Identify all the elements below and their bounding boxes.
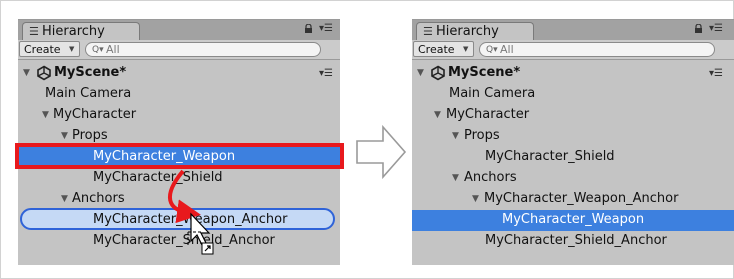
hierarchy-row[interactable]: MyCharacter_Shield xyxy=(18,168,340,189)
hierarchy-row-selected[interactable]: MyCharacter_Weapon xyxy=(412,210,734,231)
dropdown-arrow-icon: ▼ xyxy=(463,45,469,53)
expand-arrow-icon[interactable]: ▼ xyxy=(417,66,424,80)
unity-scene-icon xyxy=(431,65,445,81)
row-label: MyCharacter_Shield xyxy=(93,170,223,185)
hierarchy-row-drop-target[interactable]: MyCharacter_Weapon_Anchor xyxy=(18,210,340,231)
tab-bar: ☰ Hierarchy ▾☰ xyxy=(18,20,340,40)
hierarchy-row[interactable]: ▼ MyCharacter xyxy=(412,105,734,126)
expand-arrow-icon[interactable]: ▼ xyxy=(452,129,459,143)
expand-arrow-icon[interactable]: ▼ xyxy=(434,108,441,122)
row-label: Main Camera xyxy=(449,86,536,101)
create-button[interactable]: Create ▼ xyxy=(19,41,80,57)
search-icon: Q▾ xyxy=(486,45,498,55)
tab-label: Hierarchy xyxy=(436,24,499,39)
expand-arrow-icon[interactable]: ▼ xyxy=(472,192,479,206)
panel-menu-icon[interactable]: ▾☰ xyxy=(319,23,333,34)
hierarchy-panel-after: ☰ Hierarchy ▾☰ Create ▼ Q▾ ▼ MyScene* ▾☰… xyxy=(412,19,734,265)
hierarchy-panel-before: ☰ Hierarchy ▾☰ Create ▼ Q▾ ▼ MyScene* ▾☰… xyxy=(18,19,340,265)
row-label: MyCharacter_Weapon xyxy=(502,212,645,227)
tab-label: Hierarchy xyxy=(42,24,105,39)
row-label: MyCharacter_Weapon_Anchor xyxy=(93,212,288,227)
hierarchy-row[interactable]: MyCharacter_Shield_Anchor xyxy=(18,231,340,252)
tab-bar: ☰ Hierarchy ▾☰ xyxy=(412,20,734,40)
hierarchy-row[interactable]: MyCharacter_Shield_Anchor xyxy=(412,231,734,252)
expand-arrow-icon[interactable]: ▼ xyxy=(42,108,49,122)
create-button[interactable]: Create ▼ xyxy=(413,41,474,57)
scene-name: MyScene* xyxy=(54,65,127,80)
row-label: Props xyxy=(464,128,500,143)
hierarchy-toolbar: Create ▼ Q▾ xyxy=(18,40,340,60)
scene-row[interactable]: ▼ MyScene* ▾☰ xyxy=(18,63,340,84)
lock-icon[interactable] xyxy=(304,24,313,33)
row-label: Main Camera xyxy=(45,86,132,101)
tab-hierarchy[interactable]: ☰ Hierarchy xyxy=(22,22,140,40)
hierarchy-row[interactable]: MyCharacter_Shield xyxy=(412,147,734,168)
create-button-label: Create xyxy=(418,43,455,56)
panel-menu-icon[interactable]: ▾☰ xyxy=(709,23,723,34)
expand-arrow-icon[interactable]: ▼ xyxy=(61,192,68,206)
row-label: MyCharacter xyxy=(446,107,530,122)
hierarchy-list-icon: ☰ xyxy=(423,25,433,38)
scene-menu-icon[interactable]: ▾☰ xyxy=(709,68,723,79)
row-label: MyCharacter_Shield_Anchor xyxy=(93,233,275,248)
row-label: Anchors xyxy=(72,191,125,206)
search-icon: Q▾ xyxy=(92,45,104,55)
drag-source-highlight xyxy=(15,143,344,169)
hierarchy-row[interactable]: ▼ Anchors xyxy=(412,168,734,189)
scene-menu-icon[interactable]: ▾☰ xyxy=(319,68,333,79)
hierarchy-toolbar: Create ▼ Q▾ xyxy=(412,40,734,60)
hierarchy-row[interactable]: ▼ MyCharacter_Weapon_Anchor xyxy=(412,189,734,210)
hierarchy-row[interactable]: Main Camera xyxy=(18,84,340,105)
dropdown-arrow-icon: ▼ xyxy=(69,45,75,53)
hierarchy-list-icon: ☰ xyxy=(29,25,39,38)
row-label: Anchors xyxy=(464,170,517,185)
tab-hierarchy[interactable]: ☰ Hierarchy xyxy=(416,22,534,40)
create-button-label: Create xyxy=(24,43,61,56)
hierarchy-row[interactable]: ▼ Props xyxy=(412,126,734,147)
search-box[interactable]: Q▾ xyxy=(85,42,321,57)
hierarchy-row[interactable]: Main Camera xyxy=(412,84,734,105)
expand-arrow-icon[interactable]: ▼ xyxy=(452,171,459,185)
row-label: MyCharacter_Weapon_Anchor xyxy=(484,191,679,206)
scene-row[interactable]: ▼ MyScene* ▾☰ xyxy=(412,63,734,84)
search-input[interactable] xyxy=(500,43,700,56)
unity-scene-icon xyxy=(37,65,51,81)
expand-arrow-icon[interactable]: ▼ xyxy=(61,129,68,143)
scene-name: MyScene* xyxy=(448,65,521,80)
row-label: MyCharacter_Shield xyxy=(485,149,615,164)
row-label: MyCharacter_Shield_Anchor xyxy=(485,233,667,248)
search-box[interactable]: Q▾ xyxy=(479,42,715,57)
expand-arrow-icon[interactable]: ▼ xyxy=(23,66,30,80)
hierarchy-row[interactable]: ▼ Anchors xyxy=(18,189,340,210)
lock-icon[interactable] xyxy=(694,24,703,33)
hierarchy-row[interactable]: ▼ MyCharacter xyxy=(18,105,340,126)
search-input[interactable] xyxy=(106,43,306,56)
row-label: MyCharacter xyxy=(53,107,137,122)
